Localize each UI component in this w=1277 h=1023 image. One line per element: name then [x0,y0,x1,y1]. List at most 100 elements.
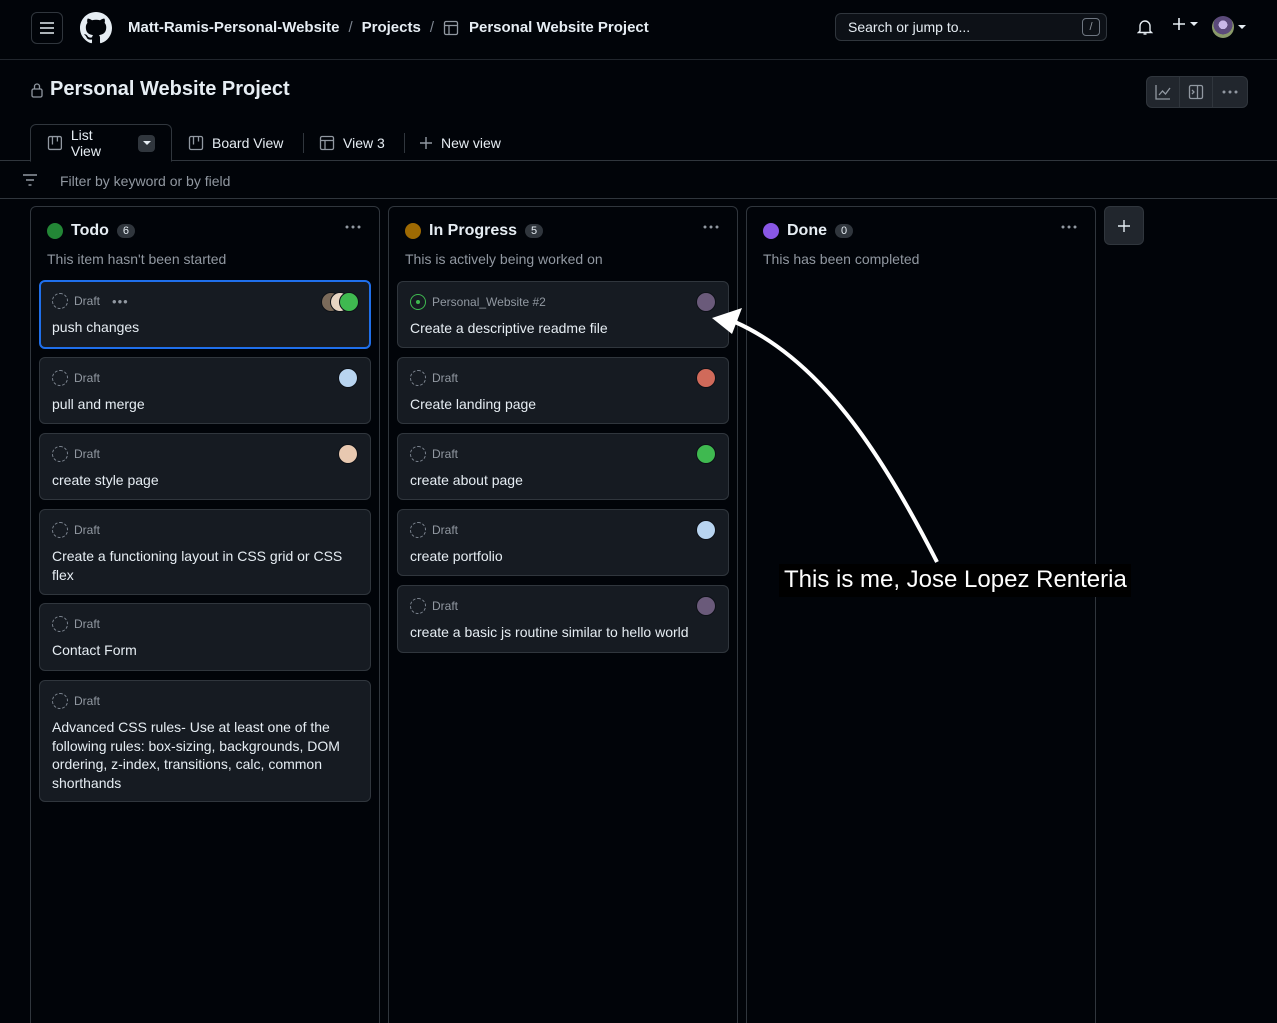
caret-down-icon [142,141,151,145]
draft-icon [410,598,426,614]
breadcrumb-owner[interactable]: Matt-Ramis-Personal-Website [128,19,339,36]
create-new-dropdown[interactable] [1172,17,1198,31]
side-panel-button[interactable] [1180,77,1213,107]
insights-button[interactable] [1147,77,1180,107]
tab-label: View 3 [343,134,385,151]
kebab-horizontal-icon [1222,90,1238,94]
status-dot [405,223,421,239]
card[interactable]: Draft create portfolio [397,509,729,576]
card-title[interactable]: create style page [52,471,356,490]
avatar [696,520,716,540]
column-name: In Progress [429,222,518,239]
column-in-progress: In Progress 5 This is actively being wor… [388,206,738,1023]
project-title: Personal Website Project [30,78,290,101]
column-menu-icon[interactable] [345,225,361,229]
column-header: Done 0 [763,222,854,240]
card[interactable]: Draft create style page [39,433,371,500]
board-icon [47,135,63,151]
column-name: Todo [71,222,109,239]
card[interactable]: Draft Advanced CSS rules- Use at least o… [39,680,371,802]
draft-icon [52,693,68,709]
card-type: Draft [432,523,459,537]
caret-down-icon [1190,22,1198,26]
card-menu-icon[interactable]: ••• [112,294,129,309]
card-title[interactable]: Advanced CSS rules- Use at least one of … [52,718,356,792]
item-count-badge: 0 [835,224,854,238]
card-type: Draft [432,599,459,613]
github-logo-icon[interactable] [80,12,112,44]
avatar [696,292,716,312]
table-icon [443,20,459,36]
tab-view-3[interactable]: View 3 [303,124,401,161]
notifications-bell-icon[interactable] [1136,18,1154,39]
add-column-button[interactable] [1104,206,1144,245]
avatar [338,368,358,388]
project-more-button[interactable] [1213,77,1247,107]
column-header: Todo 6 [47,222,136,240]
card-title[interactable]: Create a descriptive readme file [410,319,714,338]
card-meta: Draft [410,522,458,538]
avatar [1212,16,1234,38]
item-count-badge: 6 [116,224,136,238]
draft-icon [410,522,426,538]
search-input[interactable]: Search or jump to... / [835,13,1107,41]
card-title[interactable]: create a basic js routine similar to hel… [410,623,714,642]
card-meta: Draft [52,693,100,709]
new-view-button[interactable]: New view [403,124,517,161]
search-shortcut-key: / [1082,18,1100,36]
card-type: Draft [74,617,101,631]
card-type: Draft [74,371,101,385]
column-name: Done [787,222,827,239]
card[interactable]: Draft Create a functioning layout in CSS… [39,509,371,595]
avatar [338,444,358,464]
project-toolbar [1146,76,1248,108]
card-issue-ref[interactable]: Personal_Website #2 [432,295,546,309]
card-meta: Draft ••• [52,293,129,309]
sidebar-icon [1188,84,1204,100]
card[interactable]: Draft Create landing page [397,357,729,424]
card-type: Draft [74,294,101,308]
column-menu-icon[interactable] [1061,225,1077,229]
card-title[interactable]: Create landing page [410,395,714,414]
card-title[interactable]: Create a functioning layout in CSS grid … [52,547,356,584]
card-meta: Draft [410,370,458,386]
column-description: This is actively being worked on [405,251,603,267]
card-meta: Draft [52,446,100,462]
filter-bar[interactable]: Filter by keyword or by field [0,161,1277,199]
card[interactable]: Draft pull and merge [39,357,371,424]
card-title[interactable]: create portfolio [410,547,714,566]
caret-down-icon [1238,25,1246,29]
card[interactable]: Draft ••• push changes [39,280,371,349]
global-header: Matt-Ramis-Personal-Website / Projects /… [0,0,1277,60]
card-meta: Personal_Website #2 [410,294,546,310]
card-title[interactable]: pull and merge [52,395,356,414]
avatar [696,368,716,388]
card-title[interactable]: create about page [410,471,714,490]
view-options-dropdown[interactable] [138,134,155,152]
tab-divider [303,133,304,153]
tab-list-view[interactable]: List View [30,124,172,162]
status-dot [47,223,63,239]
tab-divider [404,133,405,153]
draft-icon [52,293,68,309]
plus-icon [1118,219,1130,232]
issue-opened-icon [410,294,426,310]
card-title[interactable]: Contact Form [52,641,356,660]
breadcrumb-projects[interactable]: Projects [362,19,421,36]
card-title[interactable]: push changes [52,318,355,337]
card[interactable]: Draft create a basic js routine similar … [397,585,729,653]
avatar [696,444,716,464]
breadcrumb-project[interactable]: Personal Website Project [469,19,649,36]
card[interactable]: Personal_Website #2 Create a descriptive… [397,281,729,348]
avatar [696,596,716,616]
tab-board-view[interactable]: Board View [172,124,299,161]
column-menu-icon[interactable] [703,225,719,229]
filter-icon [23,174,37,186]
menu-button[interactable] [31,12,63,44]
user-menu[interactable] [1212,16,1246,38]
draft-icon [52,616,68,632]
card[interactable]: Draft create about page [397,433,729,500]
filter-input[interactable]: Filter by keyword or by field [60,173,230,189]
graph-icon [1155,85,1171,100]
card[interactable]: Draft Contact Form [39,603,371,671]
